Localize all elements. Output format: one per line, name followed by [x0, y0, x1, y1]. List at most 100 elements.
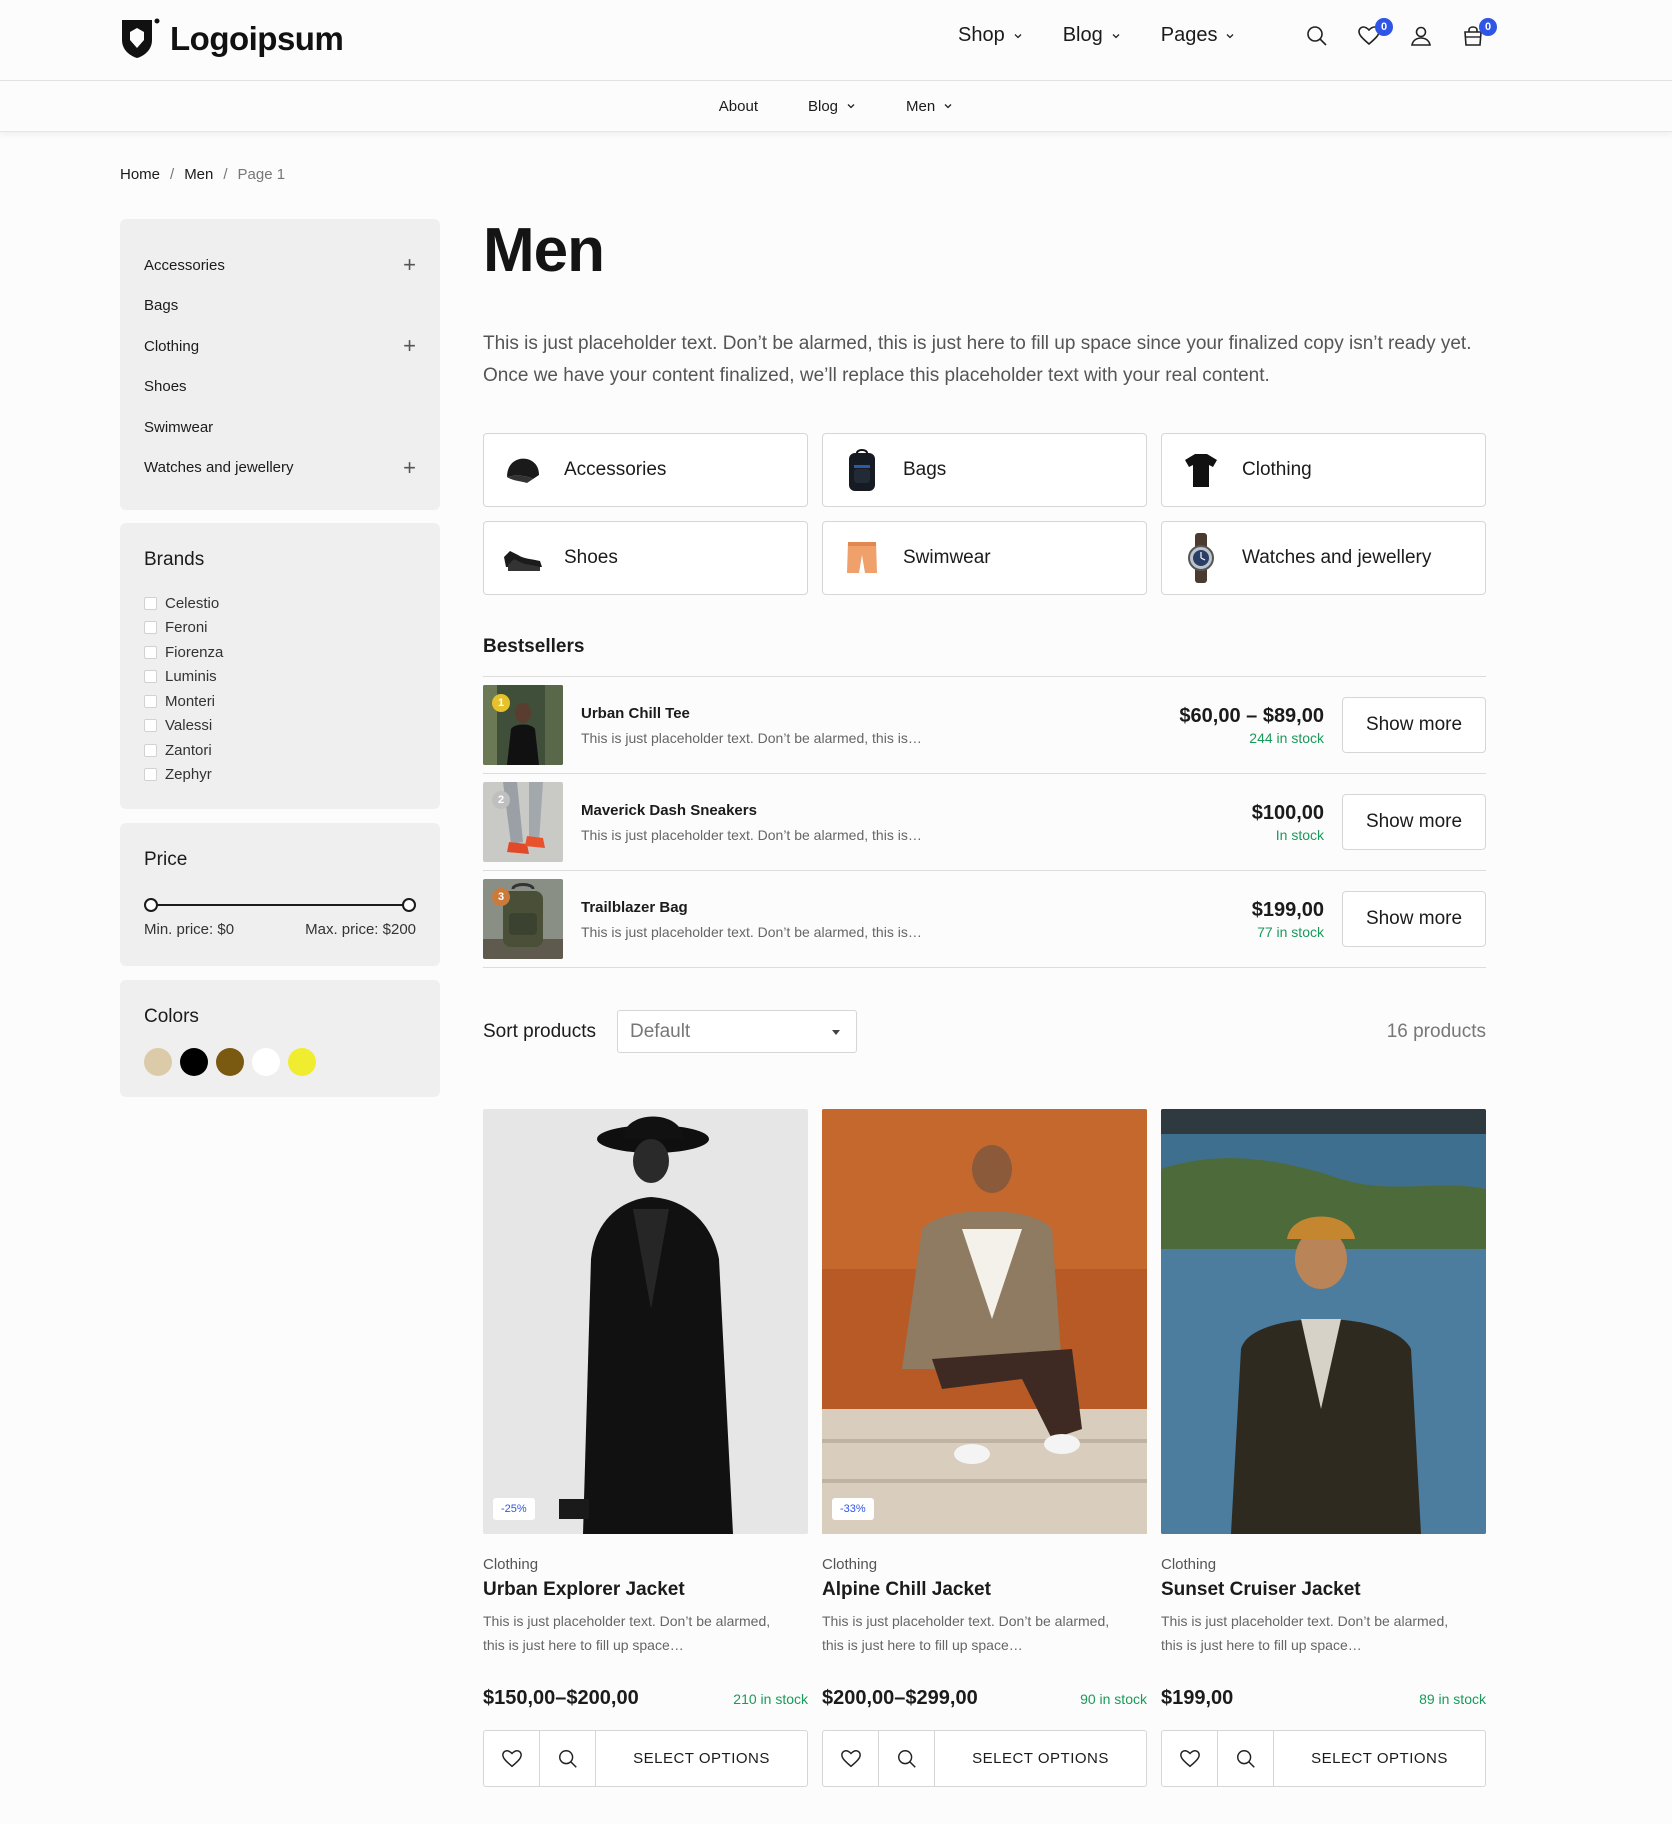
price-row: $200,00–$299,00 90 in stock [822, 1687, 1147, 1710]
checkbox[interactable] [144, 670, 157, 684]
brand-option[interactable]: Luminis [144, 665, 416, 690]
product-category[interactable]: Clothing [483, 1556, 808, 1573]
product-grid: -25% Clothing Urban Explorer Jacket This… [483, 1109, 1486, 1787]
breadcrumb-current: Page 1 [237, 166, 286, 183]
category-card-bags[interactable]: Bags [822, 433, 1147, 507]
brand-option[interactable]: Monteri [144, 689, 416, 714]
brand-option[interactable]: Zantori [144, 738, 416, 763]
color-swatch[interactable] [144, 1048, 172, 1076]
checkbox[interactable] [144, 768, 157, 782]
breadcrumb-men[interactable]: Men [184, 166, 213, 183]
product-thumbnail[interactable]: 1 [483, 685, 563, 765]
brand-option[interactable]: Zephyr [144, 763, 416, 788]
nav-shop[interactable]: Shop [958, 24, 1023, 47]
stock-status: 244 in stock [1249, 730, 1324, 746]
sidebar-category-bags[interactable]: Bags [120, 286, 440, 327]
product-name[interactable]: Alpine Chill Jacket [822, 1579, 1147, 1601]
checkbox[interactable] [144, 621, 157, 635]
subnav-blog[interactable]: Blog [808, 98, 856, 115]
select-options-button[interactable]: SELECT OPTIONS [1274, 1731, 1485, 1786]
cart-button[interactable]: 0 [1461, 18, 1497, 52]
min-price-label: Min. price: $0 [144, 921, 235, 938]
wishlist-button[interactable] [484, 1731, 540, 1786]
select-options-button[interactable]: SELECT OPTIONS [596, 1731, 807, 1786]
wishlist-button[interactable] [823, 1731, 879, 1786]
wishlist-button[interactable]: 0 [1357, 18, 1393, 52]
product-name[interactable]: Trailblazer Bag [581, 899, 1101, 916]
product-desc: This is just placeholder text. Don’t be … [483, 1613, 771, 1653]
nav-pages[interactable]: Pages [1161, 24, 1236, 47]
checkbox[interactable] [144, 743, 157, 757]
brand-option[interactable]: Fiorenza [144, 640, 416, 665]
nav-blog-label: Blog [1062, 24, 1103, 46]
account-button[interactable] [1409, 24, 1437, 52]
color-swatch[interactable] [180, 1048, 208, 1076]
product-actions: SELECT OPTIONS [483, 1730, 808, 1787]
product-category[interactable]: Clothing [1161, 1556, 1486, 1573]
sidebar-category-clothing[interactable]: Clothing + [120, 326, 440, 367]
slider-min-handle[interactable] [144, 898, 158, 912]
product-price: $199,00 [1161, 1687, 1234, 1709]
quick-view-button[interactable] [879, 1731, 935, 1786]
subnav-about[interactable]: About [719, 98, 758, 115]
color-swatch[interactable] [288, 1048, 316, 1076]
nav-blog[interactable]: Blog [1063, 24, 1121, 47]
quick-view-button[interactable] [1218, 1731, 1274, 1786]
subnav-men[interactable]: Men [906, 98, 953, 115]
checkbox[interactable] [144, 694, 157, 708]
category-card-swimwear[interactable]: Swimwear [822, 521, 1147, 595]
plus-icon[interactable]: + [403, 254, 416, 276]
quick-view-button[interactable] [540, 1731, 596, 1786]
category-card-accessories[interactable]: Accessories [483, 433, 808, 507]
brand-option[interactable]: Valessi [144, 714, 416, 739]
product-category[interactable]: Clothing [822, 1556, 1147, 1573]
product-image[interactable]: -33% [822, 1109, 1147, 1534]
plus-icon[interactable]: + [403, 456, 416, 479]
product-image[interactable] [1161, 1109, 1486, 1534]
category-card-watches[interactable]: Watches and jewellery [1161, 521, 1486, 595]
color-swatch[interactable] [216, 1048, 244, 1076]
show-more-button[interactable]: Show more [1342, 891, 1486, 947]
brand-option[interactable]: Feroni [144, 616, 416, 641]
cap-icon [500, 447, 546, 493]
sidebar-category-label: Swimwear [144, 418, 214, 436]
sidebar-category-shoes[interactable]: Shoes [120, 367, 440, 408]
heart-icon [840, 1749, 861, 1767]
product-name[interactable]: Urban Explorer Jacket [483, 1579, 808, 1601]
discount-badge: -25% [493, 1498, 535, 1520]
product-thumbnail[interactable]: 2 [483, 782, 563, 862]
sidebar-category-label: Watches and jewellery [144, 459, 294, 477]
select-options-button[interactable]: SELECT OPTIONS [935, 1731, 1146, 1786]
product-name[interactable]: Sunset Cruiser Jacket [1161, 1579, 1486, 1601]
brand-option[interactable]: Celestio [144, 591, 416, 616]
category-card-clothing[interactable]: Clothing [1161, 433, 1486, 507]
search-button[interactable] [1305, 24, 1333, 52]
category-card-shoes[interactable]: Shoes [483, 521, 808, 595]
color-swatch[interactable] [252, 1048, 280, 1076]
product-image[interactable]: -25% [483, 1109, 808, 1534]
product-desc: This is just placeholder text. Don’t be … [822, 1613, 1110, 1653]
price-block: $199,00 77 in stock [1252, 899, 1324, 940]
sidebar-category-watches[interactable]: Watches and jewellery + [120, 448, 440, 489]
product-name[interactable]: Maverick Dash Sneakers [581, 802, 1101, 819]
sidebar-category-accessories[interactable]: Accessories + [120, 245, 440, 286]
wishlist-button[interactable] [1162, 1731, 1218, 1786]
checkbox[interactable] [144, 596, 157, 610]
price-range-slider[interactable] [144, 897, 416, 913]
brand-label: Monteri [165, 692, 216, 710]
product-name[interactable]: Urban Chill Tee [581, 705, 1101, 722]
checkbox[interactable] [144, 719, 157, 733]
product-price: $100,00 [1251, 802, 1324, 824]
logo[interactable]: Logoipsum [120, 18, 344, 59]
sidebar-category-label: Clothing [144, 337, 200, 355]
slider-max-handle[interactable] [402, 898, 416, 912]
sort-select[interactable]: Default [617, 1010, 857, 1053]
checkbox[interactable] [144, 645, 157, 659]
show-more-button[interactable]: Show more [1342, 697, 1486, 753]
product-thumbnail[interactable]: 3 [483, 879, 563, 959]
breadcrumb-home[interactable]: Home [120, 166, 160, 183]
sidebar-category-swimwear[interactable]: Swimwear [120, 407, 440, 448]
plus-icon[interactable]: + [403, 335, 416, 357]
subnav-blog-label: Blog [807, 97, 839, 115]
show-more-button[interactable]: Show more [1342, 794, 1486, 850]
